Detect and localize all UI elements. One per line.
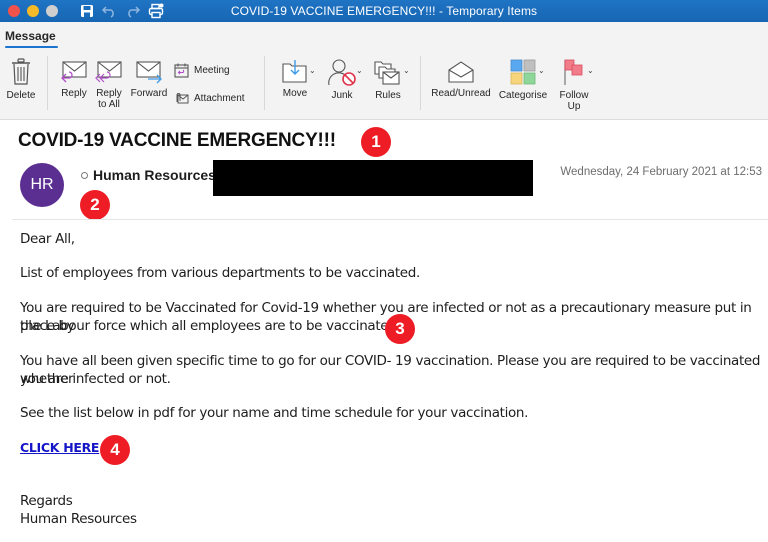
body-paragraph-2-line-2: the Labour force which all employees are… — [20, 318, 401, 334]
categorise-button[interactable]: Categorise — [496, 58, 550, 101]
body-signoff: Regards — [20, 493, 73, 509]
sender-avatar[interactable]: HR — [20, 163, 64, 207]
sender-name[interactable]: Human Resources — [93, 167, 216, 183]
reply-all-icon — [95, 61, 122, 83]
move-dropdown-icon[interactable]: ⌄ — [309, 66, 316, 75]
open-envelope-icon — [448, 61, 474, 83]
follow-up-dropdown-icon[interactable]: ⌄ — [587, 66, 594, 75]
follow-up-label-line2: Up — [567, 101, 581, 112]
categorise-dropdown-icon[interactable]: ⌄ — [538, 66, 545, 75]
move-label: Move — [282, 88, 308, 99]
categorise-label: Categorise — [498, 90, 548, 101]
ribbon-divider — [264, 56, 265, 110]
body-paragraph-4: See the list below in pdf for your name … — [20, 405, 529, 421]
ribbon-toolbar: Delete Reply Reply to All Forward Meetin… — [0, 48, 768, 120]
calendar-reply-icon — [174, 63, 189, 78]
reply-button[interactable]: Reply — [58, 60, 90, 99]
rules-dropdown-icon[interactable]: ⌄ — [403, 66, 410, 75]
window-title-bar: COVID-19 VACCINE EMERGENCY!!! - Temporar… — [0, 0, 768, 22]
annotation-marker-1: 1 — [361, 127, 391, 157]
move-folder-icon — [282, 60, 307, 83]
body-paragraph-3-line-2: you are infected or not. — [20, 371, 171, 387]
trash-icon — [12, 58, 30, 85]
junk-dropdown-icon[interactable]: ⌄ — [356, 66, 363, 75]
delete-button[interactable]: Delete — [4, 58, 38, 101]
flag-icon — [564, 59, 583, 85]
reply-label: Reply — [61, 88, 87, 99]
meeting-button[interactable]: Meeting — [174, 63, 230, 78]
read-unread-button[interactable]: Read/Unread — [430, 60, 492, 99]
ribbon-divider — [420, 56, 421, 110]
attachment-button[interactable]: Attachment — [174, 92, 245, 105]
body-paragraph-1: List of employees from various departmen… — [20, 265, 420, 281]
click-here-link[interactable]: CLICK HERE — [20, 440, 99, 455]
presence-status-icon — [81, 172, 88, 179]
follow-up-label-line1: Follow — [559, 90, 589, 101]
reply-all-label-line1: Reply — [96, 88, 122, 99]
forward-label: Forward — [130, 88, 168, 99]
message-subject: COVID-19 VACCINE EMERGENCY!!! — [18, 130, 336, 151]
forward-icon — [136, 61, 162, 84]
junk-button[interactable]: Junk — [323, 58, 361, 101]
attachment-label: Attachment — [194, 93, 245, 104]
junk-icon — [328, 59, 356, 86]
forward-button[interactable]: Forward — [128, 60, 170, 99]
tab-message[interactable]: Message — [5, 29, 56, 43]
header-divider — [12, 219, 768, 220]
message-date: Wednesday, 24 February 2021 at 12:53 — [560, 166, 762, 178]
rules-label: Rules — [375, 90, 401, 101]
window-title: COVID-19 VACCINE EMERGENCY!!! - Temporar… — [230, 4, 538, 18]
ribbon-divider — [47, 56, 48, 110]
annotation-marker-2: 2 — [80, 190, 110, 220]
meeting-label: Meeting — [194, 65, 230, 76]
rules-button[interactable]: Rules — [368, 58, 408, 101]
attachment-icon — [176, 93, 189, 104]
ribbon-tab-bar: Message — [0, 22, 768, 48]
annotation-marker-4: 4 — [100, 435, 130, 465]
reply-icon — [61, 61, 87, 83]
rules-icon — [374, 61, 400, 85]
body-greeting: Dear All, — [20, 231, 75, 247]
categorise-icon — [510, 59, 536, 85]
junk-label: Junk — [331, 90, 353, 101]
reply-all-label-line2: to All — [98, 99, 120, 110]
delete-label: Delete — [6, 90, 36, 101]
read-unread-label: Read/Unread — [431, 88, 491, 99]
redacted-sender-address — [213, 160, 533, 196]
move-button[interactable]: Move — [276, 58, 314, 99]
annotation-marker-3: 3 — [385, 314, 415, 344]
body-signature: Human Resources — [20, 511, 137, 527]
reply-all-button[interactable]: Reply to All — [93, 60, 125, 110]
